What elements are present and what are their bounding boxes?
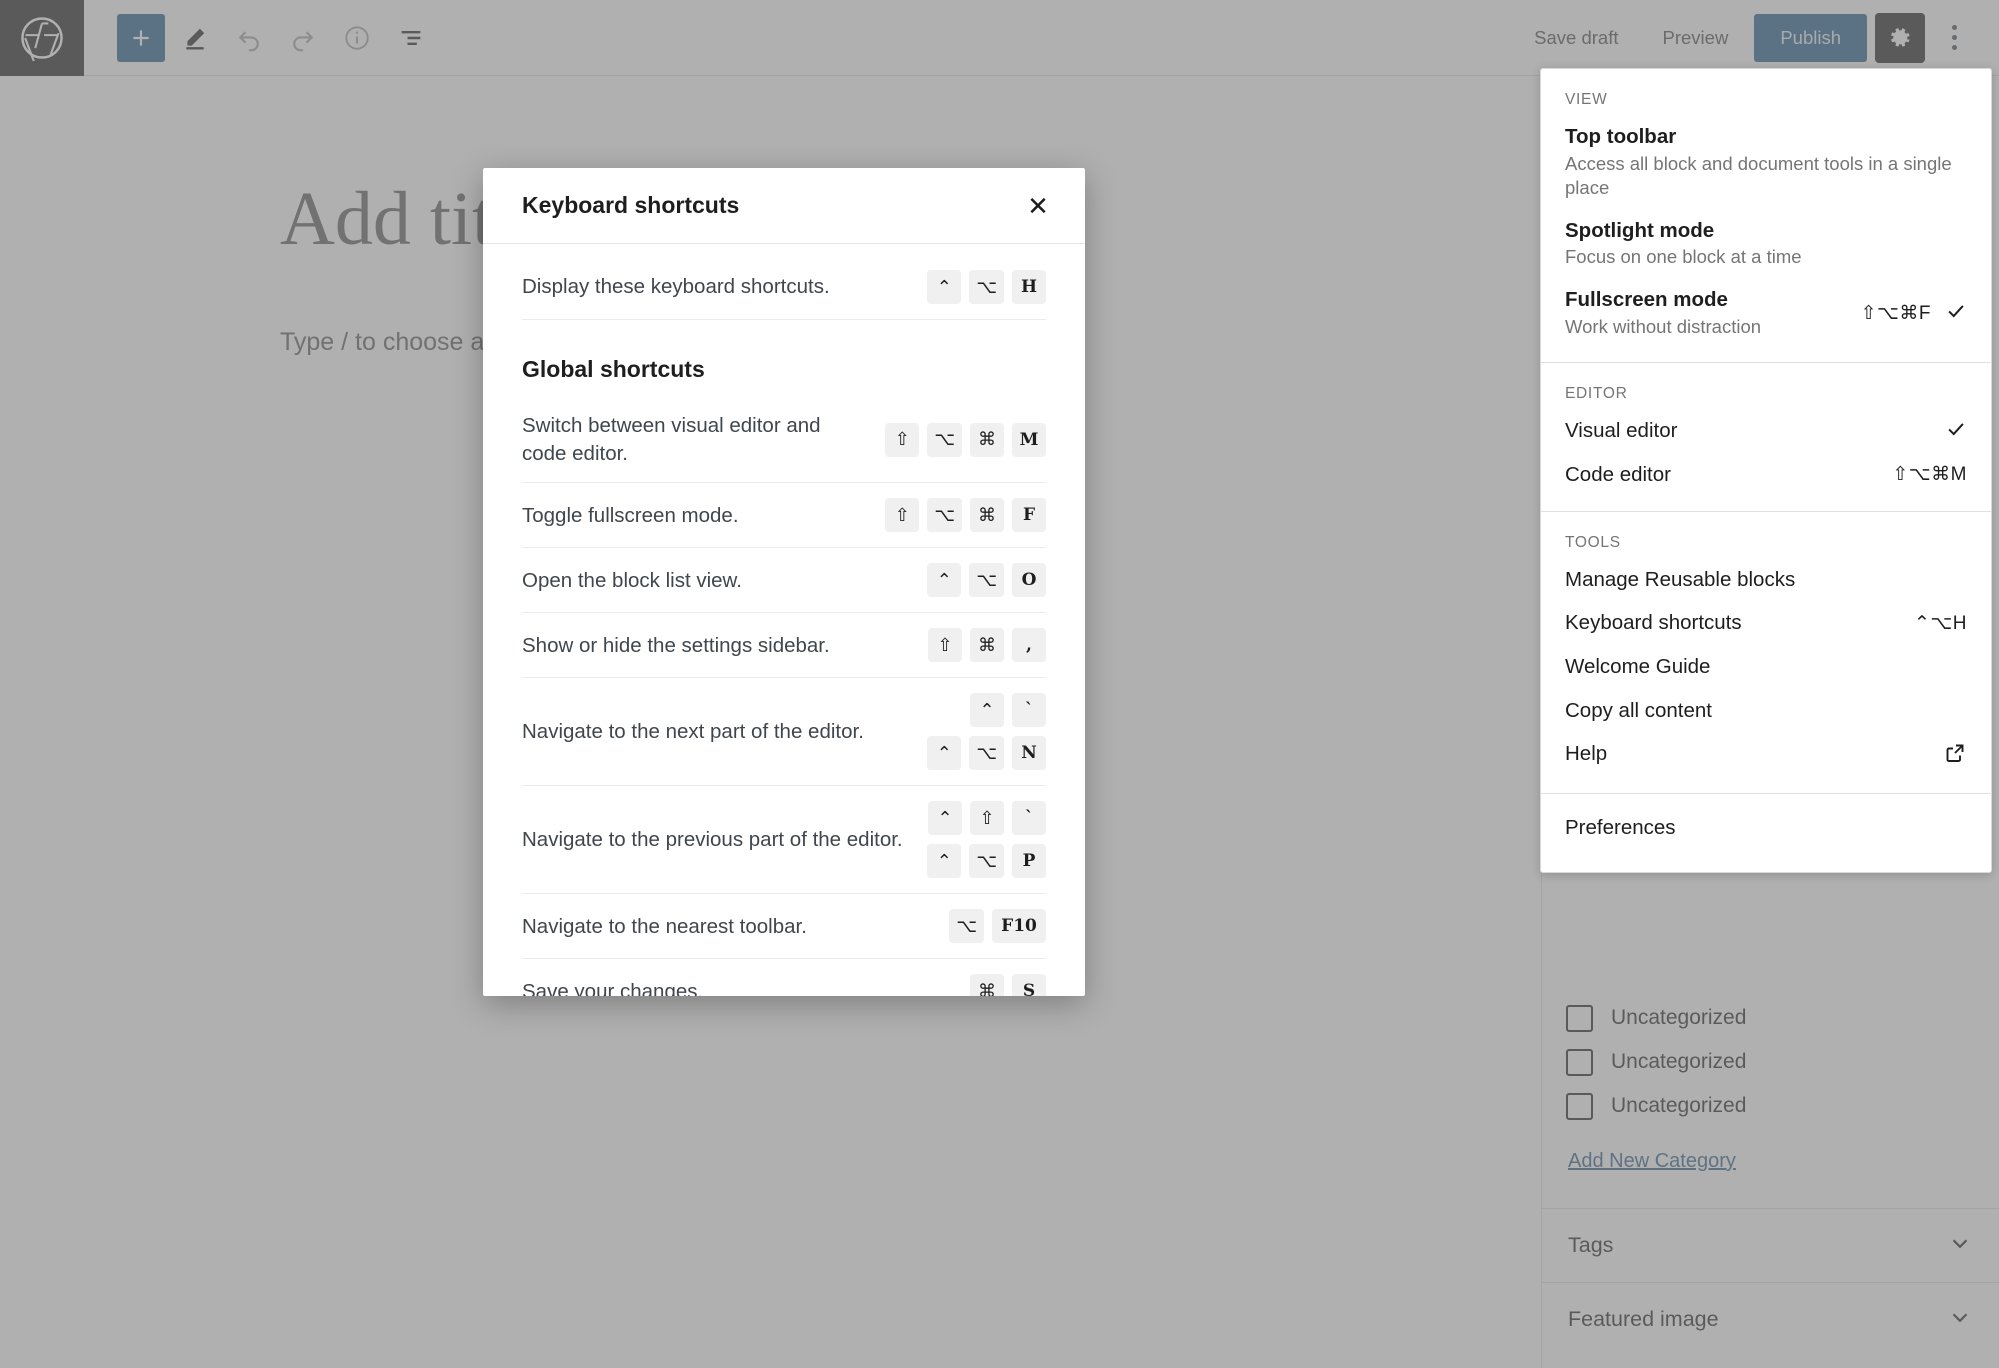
key-badge: M [1012, 423, 1046, 457]
shortcut-row: Switch between visual editor and code ed… [522, 397, 1046, 483]
shortcut-description: Show or hide the settings sidebar. [522, 632, 830, 660]
key-badge: ⌥ [969, 844, 1004, 878]
key-badge: ⌃ [927, 844, 961, 878]
shortcut-description: Switch between visual editor and code ed… [522, 412, 869, 467]
shortcut-keys: ⌃ ⌥ H [927, 270, 1046, 304]
shortcut-row: Show or hide the settings sidebar. ⇧ ⌘ , [522, 613, 1046, 678]
shortcut-row: Open the block list view. ⌃ ⌥ O [522, 548, 1046, 613]
shortcut-section-title: Global shortcuts [522, 320, 1046, 397]
key-badge: ⌥ [969, 736, 1004, 770]
key-badge: ⇧ [970, 801, 1004, 835]
shortcut-row: Navigate to the nearest toolbar. ⌥ F10 [522, 894, 1046, 959]
shortcut-row: Navigate to the next part of the editor.… [522, 678, 1046, 786]
modal-header: Keyboard shortcuts ✕ [483, 168, 1085, 244]
close-icon[interactable]: ✕ [1015, 183, 1061, 229]
shortcut-row: Save your changes. ⌘ S [522, 959, 1046, 996]
key-badge: N [1012, 736, 1046, 770]
key-badge: ⌥ [969, 563, 1004, 597]
shortcut-description: Navigate to the nearest toolbar. [522, 913, 807, 941]
key-badge: H [1012, 270, 1046, 304]
shortcut-description: Open the block list view. [522, 567, 742, 595]
key-badge: ⌘ [970, 974, 1004, 996]
shortcut-row: Navigate to the previous part of the edi… [522, 786, 1046, 894]
key-badge: P [1012, 844, 1046, 878]
key-badge: ` [1012, 801, 1046, 835]
shortcut-description: Display these keyboard shortcuts. [522, 273, 830, 301]
key-badge: ⌥ [949, 909, 984, 943]
key-badge: ` [1012, 693, 1046, 727]
shortcut-description: Navigate to the previous part of the edi… [522, 826, 903, 854]
keyboard-shortcuts-modal: Keyboard shortcuts ✕ Display these keybo… [483, 168, 1085, 996]
key-badge: ⌥ [927, 423, 962, 457]
key-badge: , [1012, 628, 1046, 662]
wordpress-block-editor: Save draft Preview Publish Add title [0, 0, 1999, 1368]
key-badge: ⇧ [885, 498, 919, 532]
key-badge: ⌃ [928, 801, 962, 835]
shortcut-description: Navigate to the next part of the editor. [522, 718, 864, 746]
key-badge: ⌘ [970, 498, 1004, 532]
key-badge: ⌃ [970, 693, 1004, 727]
modal-body: Display these keyboard shortcuts. ⌃ ⌥ H … [483, 244, 1085, 996]
key-badge: ⌃ [927, 563, 961, 597]
key-badge: S [1012, 974, 1046, 996]
key-badge: F [1012, 498, 1046, 532]
key-badge: ⌘ [970, 423, 1004, 457]
shortcut-row: Toggle fullscreen mode. ⇧ ⌥ ⌘ F [522, 483, 1046, 548]
key-badge: F10 [992, 909, 1046, 943]
modal-title: Keyboard shortcuts [522, 192, 739, 219]
key-badge: ⌃ [927, 736, 961, 770]
key-badge: ⌥ [969, 270, 1004, 304]
modal-overlay: Keyboard shortcuts ✕ Display these keybo… [0, 0, 1999, 1368]
key-badge: ⇧ [885, 423, 919, 457]
shortcut-description: Toggle fullscreen mode. [522, 502, 739, 530]
key-badge: ⌥ [927, 498, 962, 532]
key-badge: O [1012, 563, 1046, 597]
key-badge: ⇧ [928, 628, 962, 662]
key-badge: ⌘ [970, 628, 1004, 662]
shortcut-row: Display these keyboard shortcuts. ⌃ ⌥ H [522, 244, 1046, 320]
shortcut-description: Save your changes. [522, 978, 703, 997]
key-badge: ⌃ [927, 270, 961, 304]
